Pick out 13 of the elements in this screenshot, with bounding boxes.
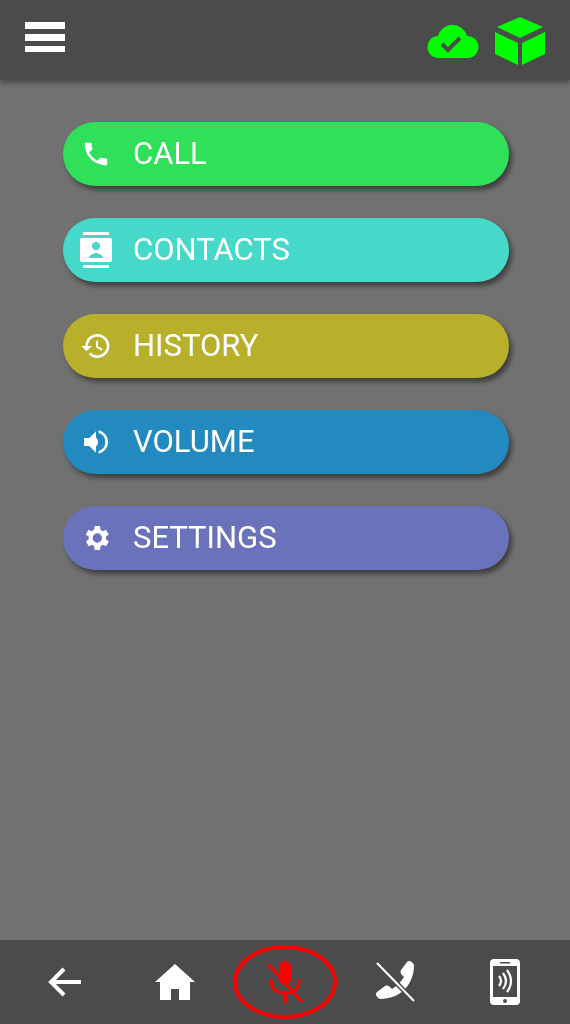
back-arrow-icon[interactable] xyxy=(48,966,82,998)
menu-icon[interactable] xyxy=(25,20,65,52)
cube-icon xyxy=(495,17,545,65)
contact-card-icon xyxy=(80,232,112,268)
menu-button[interactable]: HISTORY xyxy=(63,314,509,378)
menu-button[interactable]: SETTINGS xyxy=(63,506,509,570)
phone-signal-icon[interactable] xyxy=(490,959,520,1005)
home-icon[interactable] xyxy=(155,964,195,1000)
menu-button[interactable]: CONTACTS xyxy=(63,218,509,282)
menu-button[interactable]: CALL xyxy=(63,122,509,186)
cloud-check-icon xyxy=(427,24,479,58)
menu-button[interactable]: VOLUME xyxy=(63,410,509,474)
phone-crossed-icon[interactable] xyxy=(374,961,416,1003)
